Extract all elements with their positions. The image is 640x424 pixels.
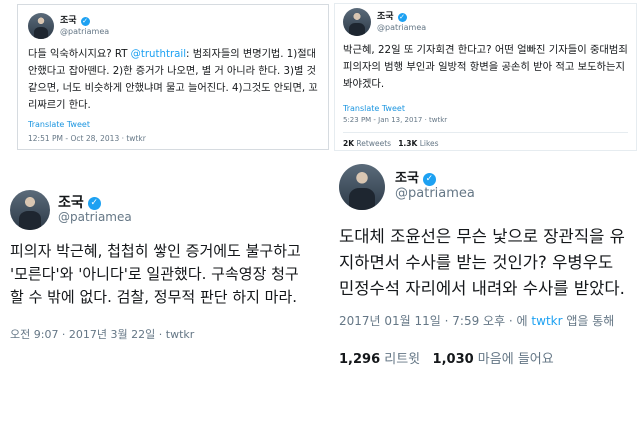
divider — [343, 132, 628, 133]
tweet-text: 피의자 박근혜, 첩첩히 쌓인 증거에도 불구하고 '모른다'와 '아니다'로 … — [10, 242, 301, 306]
tweet-text: 다들 익숙하시지요? RT @truthtrail: 범죄자들의 변명기법. 1… — [28, 46, 318, 114]
tweet-header: 조국 ✓ @patriamea — [339, 164, 632, 210]
tweet-text: 도대체 조윤선은 무슨 낯으로 장관직을 유지하면서 수사를 받는 것인가? 우… — [339, 227, 625, 298]
avatar[interactable] — [343, 8, 371, 36]
user-handle[interactable]: @patriamea — [377, 23, 426, 32]
timestamp-text[interactable]: 2017년 01월 11일 · 7:59 오후 · 에 — [339, 314, 531, 328]
avatar[interactable] — [28, 13, 54, 39]
likes-label: Likes — [417, 139, 439, 148]
retweets-stat[interactable]: 1,296 리트윗 — [339, 352, 420, 367]
tweet-stats: 2K Retweets 1.3K Likes — [343, 139, 628, 148]
translate-tweet-link[interactable]: Translate Tweet — [343, 104, 628, 113]
verified-badge-icon: ✓ — [422, 173, 436, 187]
likes-count: 1.3K — [398, 139, 418, 148]
display-name[interactable]: 조국 — [377, 12, 394, 22]
tweet-header: 조국 ✓ @patriamea — [28, 13, 318, 39]
retweets-label: 리트윗 — [380, 352, 421, 367]
tweet-text-part: 다들 익숙하시지요? RT — [28, 49, 131, 60]
display-name[interactable]: 조국 — [60, 16, 77, 26]
mention-link[interactable]: @truthtrail — [131, 49, 186, 60]
verified-badge-icon: ✓ — [397, 12, 407, 22]
tweet-timestamp[interactable]: 오전 9:07 · 2017년 3월 22일 · twtkr — [10, 326, 310, 342]
tweet-timestamp[interactable]: 5:23 PM - Jan 13, 2017 · twtkr — [343, 116, 628, 124]
user-handle[interactable]: @patriamea — [60, 27, 109, 36]
tweet-timestamp: 2017년 01월 11일 · 7:59 오후 · 에 twtkr 앱을 통해 — [339, 312, 632, 330]
tweet-timestamp[interactable]: 12:51 PM - Oct 28, 2013 · twtkr — [28, 134, 318, 143]
avatar[interactable] — [10, 190, 50, 230]
display-name[interactable]: 조국 — [58, 195, 84, 211]
timestamp-suffix: 앱을 통해 — [562, 314, 615, 328]
tweet-stats: 1,296 리트윗 1,030 마음에 들어요 — [339, 348, 632, 367]
likes-stat[interactable]: 1,030 마음에 들어요 — [433, 352, 554, 367]
likes-label: 마음에 들어요 — [473, 352, 554, 367]
user-handle[interactable]: @patriamea — [58, 210, 132, 225]
retweets-label: Retweets — [354, 139, 392, 148]
display-name[interactable]: 조국 — [395, 171, 419, 187]
tweet-card-mar-22-2017: 조국 ✓ @patriamea 피의자 박근혜, 첩첩히 쌓인 증거에도 불구하… — [0, 170, 320, 424]
retweets-count: 1,296 — [339, 352, 381, 367]
tweet-card-jan-11-2017: 조국 ✓ @patriamea 도대체 조윤선은 무슨 낯으로 장관직을 유지하… — [327, 158, 640, 424]
likes-stat[interactable]: 1.3K Likes — [398, 139, 438, 148]
tweet-header: 조국 ✓ @patriamea — [343, 8, 628, 36]
verified-badge-icon: ✓ — [87, 196, 101, 210]
verified-badge-icon: ✓ — [80, 16, 90, 26]
avatar[interactable] — [339, 164, 385, 210]
translate-tweet-link[interactable]: Translate Tweet — [28, 120, 318, 129]
tweet-text: 박근혜, 22일 또 기자회견 한다고? 어떤 얼빠진 기자들이 중대범죄 피의… — [343, 44, 628, 90]
source-app-link[interactable]: twtkr — [531, 314, 562, 328]
tweet-card-oct-2013: 조국 ✓ @patriamea 다들 익숙하시지요? RT @truthtrai… — [17, 4, 329, 150]
tweet-header: 조국 ✓ @patriamea — [10, 190, 310, 230]
user-handle[interactable]: @patriamea — [395, 186, 475, 202]
likes-count: 1,030 — [432, 352, 474, 367]
tweet-card-jan-13-2017: 조국 ✓ @patriamea 박근혜, 22일 또 기자회견 한다고? 어떤 … — [334, 3, 637, 151]
retweets-stat[interactable]: 2K Retweets — [343, 139, 391, 148]
retweets-count: 2K — [343, 139, 355, 148]
